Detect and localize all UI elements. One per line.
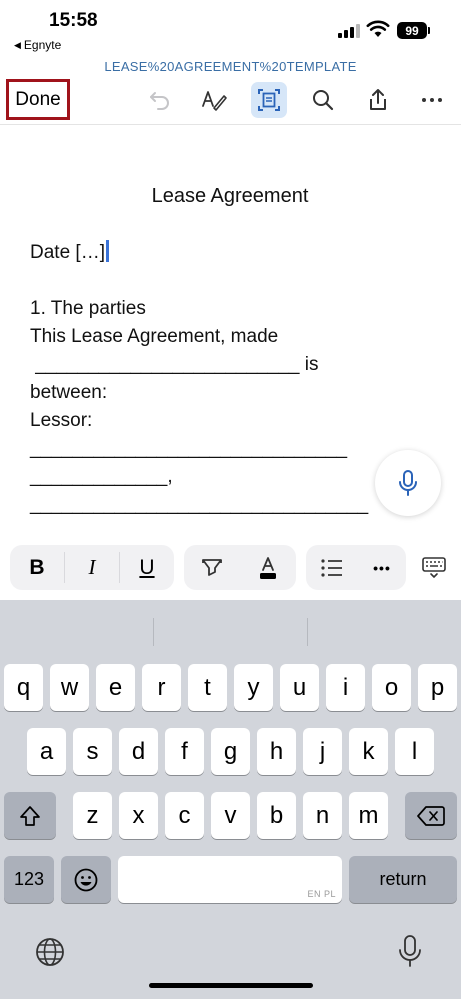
key-v[interactable]: v xyxy=(211,792,250,839)
doc-line[interactable]: _____________, xyxy=(30,466,173,488)
key-e[interactable]: e xyxy=(96,664,135,711)
dictation-button[interactable] xyxy=(375,450,441,516)
space-language-label: EN PL xyxy=(307,889,336,899)
key-o[interactable]: o xyxy=(372,664,411,711)
underline-button[interactable]: U xyxy=(120,545,174,590)
key-z[interactable]: z xyxy=(73,792,112,839)
key-a[interactable]: a xyxy=(27,728,66,775)
battery-icon: 99 xyxy=(397,22,427,39)
key-m[interactable]: m xyxy=(349,792,388,839)
color-group xyxy=(184,545,296,590)
hide-keyboard-icon[interactable] xyxy=(414,545,454,590)
key-p[interactable]: p xyxy=(418,664,457,711)
keyboard-dictation-icon[interactable] xyxy=(393,932,427,970)
doc-line-date[interactable]: Date […] xyxy=(30,240,109,264)
key-c[interactable]: c xyxy=(165,792,204,839)
font-color-icon[interactable] xyxy=(240,545,296,590)
key-f[interactable]: f xyxy=(165,728,204,775)
doc-line[interactable]: This Lease Agreement, made xyxy=(30,326,278,348)
globe-icon[interactable] xyxy=(32,934,68,970)
search-icon[interactable] xyxy=(305,82,341,118)
key-r[interactable]: r xyxy=(142,664,181,711)
key-h[interactable]: h xyxy=(257,728,296,775)
key-s[interactable]: s xyxy=(73,728,112,775)
key-b[interactable]: b xyxy=(257,792,296,839)
highlighter-icon[interactable] xyxy=(184,545,240,590)
doc-line[interactable]: _________________________ is xyxy=(30,354,318,376)
more-format-button[interactable]: ••• xyxy=(358,545,406,590)
cellular-signal-icon xyxy=(338,24,360,38)
key-k[interactable]: k xyxy=(349,728,388,775)
key-n[interactable]: n xyxy=(303,792,342,839)
keyboard: q w e r t y u i o p a s d f g h j k l z … xyxy=(0,600,461,999)
doc-line[interactable]: ______________________________ xyxy=(30,438,347,460)
text-style-group: B I U xyxy=(10,545,174,590)
bold-button[interactable]: B xyxy=(10,545,64,590)
format-toolbar: B I U ••• xyxy=(0,538,461,600)
document-heading: Lease Agreement xyxy=(151,185,309,207)
back-triangle-icon: ◀ xyxy=(14,39,21,50)
document-title: LEASE%20AGREEMENT%20TEMPLATE xyxy=(104,59,357,74)
doc-line[interactable]: between: xyxy=(30,382,107,404)
numbers-key[interactable]: 123 xyxy=(4,856,54,903)
share-icon[interactable] xyxy=(360,82,396,118)
suggestion-divider xyxy=(153,618,154,646)
key-t[interactable]: t xyxy=(188,664,227,711)
status-time: 15:58 xyxy=(49,10,98,31)
key-x[interactable]: x xyxy=(119,792,158,839)
key-q[interactable]: q xyxy=(4,664,43,711)
battery-tip xyxy=(428,27,430,34)
emoji-key[interactable] xyxy=(61,856,111,903)
more-icon[interactable] xyxy=(414,82,450,118)
key-y[interactable]: y xyxy=(234,664,273,711)
doc-line[interactable]: 1. The parties xyxy=(30,298,146,320)
toolbar-divider xyxy=(0,124,461,125)
suggestion-divider xyxy=(307,618,308,646)
key-d[interactable]: d xyxy=(119,728,158,775)
home-indicator[interactable] xyxy=(149,983,313,988)
done-button[interactable]: Done xyxy=(6,79,70,120)
key-g[interactable]: g xyxy=(211,728,250,775)
doc-line[interactable]: Lessor: xyxy=(30,410,92,432)
back-app-label: Egnyte xyxy=(23,38,62,52)
draw-icon[interactable] xyxy=(196,82,232,118)
italic-button[interactable]: I xyxy=(65,545,119,590)
text-caret xyxy=(105,240,109,262)
undo-icon[interactable] xyxy=(142,82,178,118)
wifi-icon xyxy=(366,20,390,37)
key-l[interactable]: l xyxy=(395,728,434,775)
key-j[interactable]: j xyxy=(303,728,342,775)
key-w[interactable]: w xyxy=(50,664,89,711)
shift-key[interactable] xyxy=(4,792,56,839)
shift-icon xyxy=(20,805,40,826)
emoji-icon xyxy=(74,868,98,891)
key-u[interactable]: u xyxy=(280,664,319,711)
back-to-app-link[interactable]: ◀ Egnyte xyxy=(14,38,61,52)
status-bar: 15:58 ◀ Egnyte 99 xyxy=(0,0,461,56)
backspace-icon xyxy=(417,805,445,826)
reading-mode-icon[interactable] xyxy=(251,82,287,118)
key-i[interactable]: i xyxy=(326,664,365,711)
list-group: ••• xyxy=(306,545,406,590)
return-key[interactable]: return xyxy=(349,856,457,903)
bullet-list-icon[interactable] xyxy=(306,545,358,590)
microphone-icon xyxy=(399,470,417,496)
doc-line[interactable]: ________________________________ xyxy=(30,494,368,516)
backspace-key[interactable] xyxy=(405,792,457,839)
space-bar[interactable]: EN PL xyxy=(118,856,342,903)
